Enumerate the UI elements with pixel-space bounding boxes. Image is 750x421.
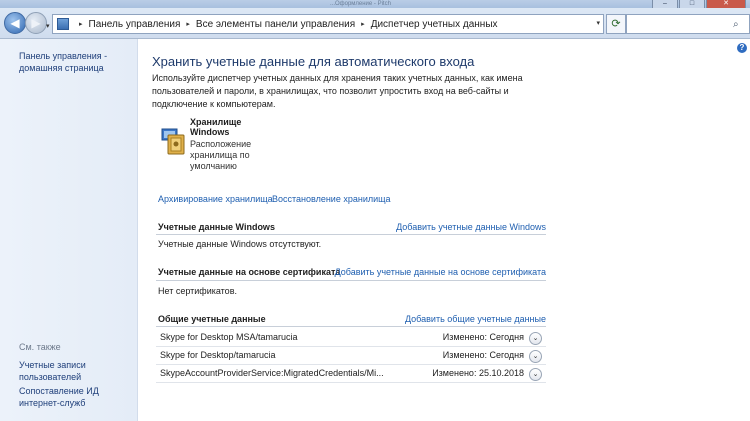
vault-location-line3: умолчанию (190, 161, 237, 171)
credential-modified: Изменено: Сегодня (442, 350, 524, 360)
control-panel-icon (57, 18, 69, 30)
breadcrumb-item-credential-manager[interactable]: Диспетчер учетных данных (371, 19, 498, 30)
page-title: Хранить учетные данные для автоматическо… (152, 54, 475, 69)
credential-modified: Изменено: Сегодня (442, 332, 524, 342)
forward-button[interactable]: ▶ (25, 12, 47, 34)
windows-credentials-heading: Учетные данные Windows (158, 222, 275, 232)
see-also-heading: См. также (19, 342, 61, 352)
address-dropdown-icon[interactable]: ▾ (596, 19, 600, 27)
vault-location: Расположение хранилища по умолчанию (190, 139, 260, 172)
credential-name: Skype for Desktop/tamarucia (160, 350, 276, 360)
sidebar-home-link[interactable]: Панель управления - домашняя страница (19, 50, 107, 74)
breadcrumb-separator-icon[interactable]: ▸ (79, 20, 83, 28)
backup-vault-link[interactable]: Архивирование хранилища (158, 194, 273, 204)
section-divider (156, 280, 546, 281)
credential-modified: Изменено: 25.10.2018 (432, 368, 524, 378)
vault-location-line2: хранилища по (190, 150, 250, 160)
sidebar-user-accounts-line2[interactable]: пользователей (19, 371, 86, 383)
section-divider (156, 234, 546, 235)
vault-title: Хранилище Windows (190, 117, 270, 137)
back-button[interactable]: ◀ (4, 12, 26, 34)
certificate-credentials-heading: Учетные данные на основе сертификата (158, 267, 341, 277)
navigation-bar: ◀ ▶ ▾ ▸ Панель управления ▸ Все элементы… (0, 8, 750, 39)
vault-title-line2: Windows (190, 127, 230, 137)
restore-vault-link[interactable]: Восстановление хранилища (272, 194, 391, 204)
search-icon[interactable]: ⌕ (733, 19, 739, 30)
window-title: ...Оформление - Pitch (330, 1, 391, 7)
breadcrumb-item-control-panel[interactable]: Панель управления (89, 19, 181, 30)
sidebar-identity-mapping-link[interactable]: Сопоставление ИД интернет-служб (19, 385, 99, 409)
add-generic-credential-link[interactable]: Добавить общие учетные данные (405, 314, 546, 324)
breadcrumb-item-all-items[interactable]: Все элементы панели управления (196, 19, 355, 30)
sidebar-user-accounts-link[interactable]: Учетные записи пользователей (19, 359, 86, 383)
certificate-credentials-empty: Нет сертификатов. (158, 286, 237, 296)
breadcrumb-separator-icon[interactable]: ▸ (186, 20, 190, 28)
add-windows-credential-link[interactable]: Добавить учетные данные Windows (396, 222, 546, 232)
sidebar-home-line2[interactable]: домашняя страница (19, 62, 107, 74)
address-bar[interactable]: ▸ Панель управления ▸ Все элементы панел… (52, 14, 604, 34)
sidebar-identity-mapping-line1[interactable]: Сопоставление ИД (19, 385, 99, 397)
sidebar-user-accounts-line1[interactable]: Учетные записи (19, 359, 86, 371)
chevron-down-icon[interactable]: ⌄ (529, 350, 542, 363)
search-box[interactable]: ⌕ (626, 14, 750, 34)
windows-credentials-empty: Учетные данные Windows отсутствуют. (158, 239, 322, 249)
search-input[interactable] (631, 18, 733, 30)
section-divider (156, 326, 546, 327)
generic-credentials-heading: Общие учетные данные (158, 314, 266, 324)
sidebar-identity-mapping-line2[interactable]: интернет-служб (19, 397, 99, 409)
credential-name: Skype for Desktop MSA/tamarucia (160, 332, 298, 342)
credential-row[interactable]: Skype for Desktop MSA/tamarucia Изменено… (156, 329, 546, 347)
recent-pages-dropdown[interactable]: ▾ (46, 22, 50, 30)
breadcrumb-separator-icon[interactable]: ▸ (361, 20, 365, 28)
credential-row[interactable]: SkypeAccountProviderService:MigratedCred… (156, 365, 546, 383)
vault-title-line1: Хранилище (190, 117, 242, 127)
vault-icon (161, 128, 185, 155)
chevron-down-icon[interactable]: ⌄ (529, 332, 542, 345)
credential-row[interactable]: Skype for Desktop/tamarucia Изменено: Се… (156, 347, 546, 365)
refresh-button[interactable]: ⟳ (606, 14, 626, 34)
add-certificate-credential-link[interactable]: Добавить учетные данные на основе сертиф… (335, 267, 546, 277)
sidebar: Панель управления - домашняя страница См… (0, 39, 138, 421)
chevron-down-icon[interactable]: ⌄ (529, 368, 542, 381)
window-titlebar: ...Оформление - Pitch – □ ✕ (0, 0, 750, 9)
sidebar-home-line1[interactable]: Панель управления - (19, 50, 107, 62)
page-description: Используйте диспетчер учетных данных для… (152, 73, 523, 109)
vault-location-line1: Расположение (190, 139, 252, 149)
credential-name: SkypeAccountProviderService:MigratedCred… (160, 368, 384, 378)
help-icon[interactable]: ? (737, 43, 747, 53)
